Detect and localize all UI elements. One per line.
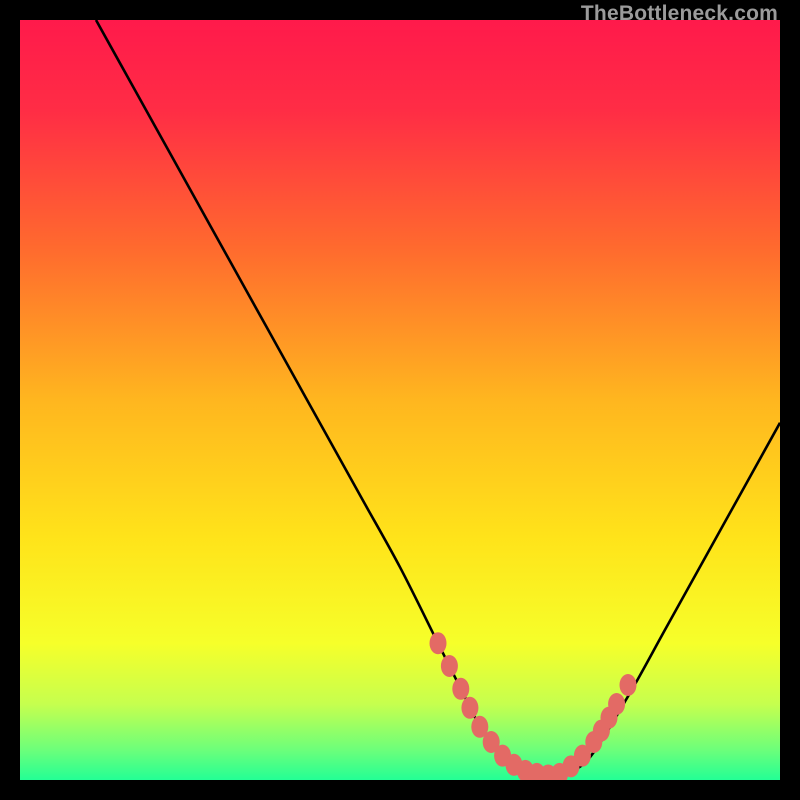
highlight-marker [461,697,478,719]
highlight-marker [620,674,637,696]
highlight-marker [452,678,469,700]
highlight-marker [430,632,447,654]
bottleneck-curve-chart [20,20,780,780]
chart-area [20,20,780,780]
watermark-text: TheBottleneck.com [581,2,778,26]
highlight-marker [441,655,458,677]
highlight-marker [608,693,625,715]
gradient-background [20,20,780,780]
